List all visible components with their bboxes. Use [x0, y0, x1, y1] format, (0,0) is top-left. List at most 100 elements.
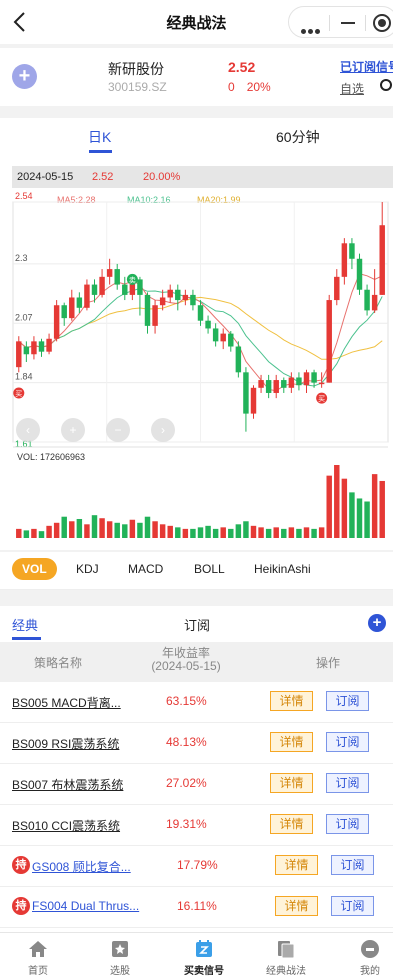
strategy-name[interactable]: BS010 CCI震荡系统 — [12, 817, 130, 834]
top-bar: 经典战法 — [0, 0, 393, 44]
candle-body — [46, 338, 52, 352]
strategy-name[interactable]: BS005 MACD背离... — [12, 694, 130, 711]
strategy-name[interactable]: BS007 布林震荡系统 — [12, 776, 130, 793]
add-strategy-button[interactable]: + — [368, 614, 386, 632]
volume-bar — [356, 498, 363, 538]
close-target-icon[interactable] — [373, 14, 391, 32]
nav-mine[interactable]: 我的 — [340, 935, 393, 977]
volume-bar — [341, 478, 348, 538]
candle-body — [371, 294, 378, 311]
search-icon[interactable] — [380, 79, 392, 91]
nav-stock-picker[interactable]: 选股 — [90, 935, 150, 977]
tab-daily-k[interactable]: 日K — [88, 127, 111, 147]
tab-kdj[interactable]: KDJ — [76, 562, 99, 576]
hold-badge: 持 — [12, 856, 30, 874]
volume-label: VOL: 172606963 — [17, 452, 85, 462]
candle-body — [190, 294, 196, 306]
volume-bar — [144, 516, 151, 538]
strategy-name[interactable]: GS008 顾比复合... — [32, 858, 150, 875]
mini-program-capsule — [288, 6, 393, 38]
candle-body — [273, 380, 279, 393]
tab-boll[interactable]: BOLL — [194, 562, 225, 576]
detail-button[interactable]: 详情 — [270, 691, 313, 711]
candle-body — [349, 243, 355, 259]
table-row[interactable]: 持 FS004 Dual Thrus... 16.11% 详情 订阅 — [0, 887, 393, 928]
col-operation: 操作 — [316, 656, 341, 670]
add-stock-button[interactable]: + — [12, 64, 37, 89]
nav-stock-picker-label: 选股 — [110, 966, 130, 977]
subscribe-button[interactable]: 订阅 — [326, 773, 369, 793]
table-row[interactable]: BS010 CCI震荡系统 19.31% 详情 订阅 — [0, 805, 393, 846]
watchlist-link[interactable]: 自选 — [340, 80, 364, 97]
candle-body — [16, 341, 22, 368]
detail-button[interactable]: 详情 — [270, 732, 313, 752]
nav-home[interactable]: 首页 — [8, 935, 68, 977]
y-tick-label: 2.07 — [15, 312, 33, 322]
candle-body — [38, 341, 45, 352]
table-header: 策略名称 年收益率 (2024-05-15) 操作 — [0, 642, 393, 682]
detail-button[interactable]: 详情 — [270, 773, 313, 793]
strategy-name[interactable]: BS009 RSI震荡系统 — [12, 735, 130, 752]
volume-bar — [197, 527, 204, 538]
subscribe-button[interactable]: 订阅 — [326, 814, 369, 834]
volume-bar — [175, 527, 181, 538]
indicator-tabs: VOL KDJ MACD BOLL HeikinAshi — [0, 552, 393, 590]
nav-classic-strategy[interactable]: 经典战法 — [256, 935, 316, 977]
volume-bar — [265, 528, 272, 538]
strategy-tabs: 经典 订阅 + — [0, 606, 393, 642]
candle-body — [61, 305, 67, 319]
candle-body — [106, 269, 113, 277]
candle-body — [356, 258, 363, 290]
nav-trade-signal[interactable]: 买卖信号 — [174, 935, 234, 977]
candle-body — [159, 297, 166, 306]
detail-button[interactable]: 详情 — [275, 855, 318, 875]
volume-bar — [190, 528, 196, 538]
candle-body — [31, 341, 37, 355]
tab-60-minute[interactable]: 60分钟 — [276, 127, 320, 147]
candle-body — [114, 269, 120, 285]
nav-mine-label: 我的 — [360, 966, 380, 977]
strategy-panel: 经典 订阅 + 策略名称 年收益率 (2024-05-15) 操作 BS005 … — [0, 606, 393, 936]
candle-body — [296, 377, 302, 386]
volume-bar — [273, 527, 279, 538]
document-stack-icon — [278, 941, 295, 959]
volume-bar — [364, 501, 370, 538]
candle-body — [91, 284, 98, 295]
table-row[interactable]: BS007 布林震荡系统 27.02% 详情 订阅 — [0, 764, 393, 805]
candle-body — [243, 372, 249, 414]
table-row[interactable]: BS005 MACD背离... 63.15% 详情 订阅 — [0, 682, 393, 723]
candlestick-chart[interactable]: 2.542.32.071.841.61买卖买‹ + − ›VOL: 172606963 — [0, 160, 393, 550]
tab-heikinashi[interactable]: HeikinAshi — [254, 562, 311, 576]
volume-bar — [349, 492, 355, 538]
subscribe-button[interactable]: 订阅 — [331, 896, 374, 916]
candle-body — [334, 276, 340, 301]
tab-vol[interactable]: VOL — [12, 558, 57, 580]
subscribe-button[interactable]: 订阅 — [331, 855, 374, 875]
signal-calendar-icon — [196, 940, 212, 957]
tab-macd[interactable]: MACD — [128, 562, 163, 576]
volume-bar — [152, 521, 158, 538]
tab-classic[interactable]: 经典 — [12, 615, 38, 634]
candle-body — [326, 300, 332, 383]
volume-bar — [205, 525, 211, 538]
more-dots-icon[interactable] — [301, 21, 322, 39]
sell-signal-marker-text: 卖 — [129, 276, 136, 284]
table-row[interactable]: 持 GS008 顾比复合... 17.79% 详情 订阅 — [0, 846, 393, 887]
tab-subscribed[interactable]: 订阅 — [184, 615, 210, 634]
candle-body — [205, 320, 211, 329]
subscribe-button[interactable]: 订阅 — [326, 691, 369, 711]
bottom-nav: 首页 选股 买卖信号 经典战法 我的 — [0, 932, 393, 977]
table-row[interactable]: BS009 RSI震荡系统 48.13% 详情 订阅 — [0, 723, 393, 764]
strategy-name[interactable]: FS004 Dual Thrus... — [32, 899, 150, 913]
minimize-icon[interactable] — [341, 22, 355, 24]
detail-button[interactable]: 详情 — [270, 814, 313, 834]
subscribed-signal-link[interactable]: 已订阅信号 — [340, 58, 393, 75]
detail-button[interactable]: 详情 — [275, 896, 318, 916]
nav-classic-strategy-label: 经典战法 — [266, 966, 306, 977]
volume-bar — [31, 528, 37, 538]
volume-bar — [326, 475, 332, 538]
candle-body — [235, 346, 242, 373]
scroll-left-button-glyph: ‹ — [26, 423, 30, 437]
subscribe-button[interactable]: 订阅 — [326, 732, 369, 752]
zoom-out-button-glyph: − — [114, 423, 121, 437]
